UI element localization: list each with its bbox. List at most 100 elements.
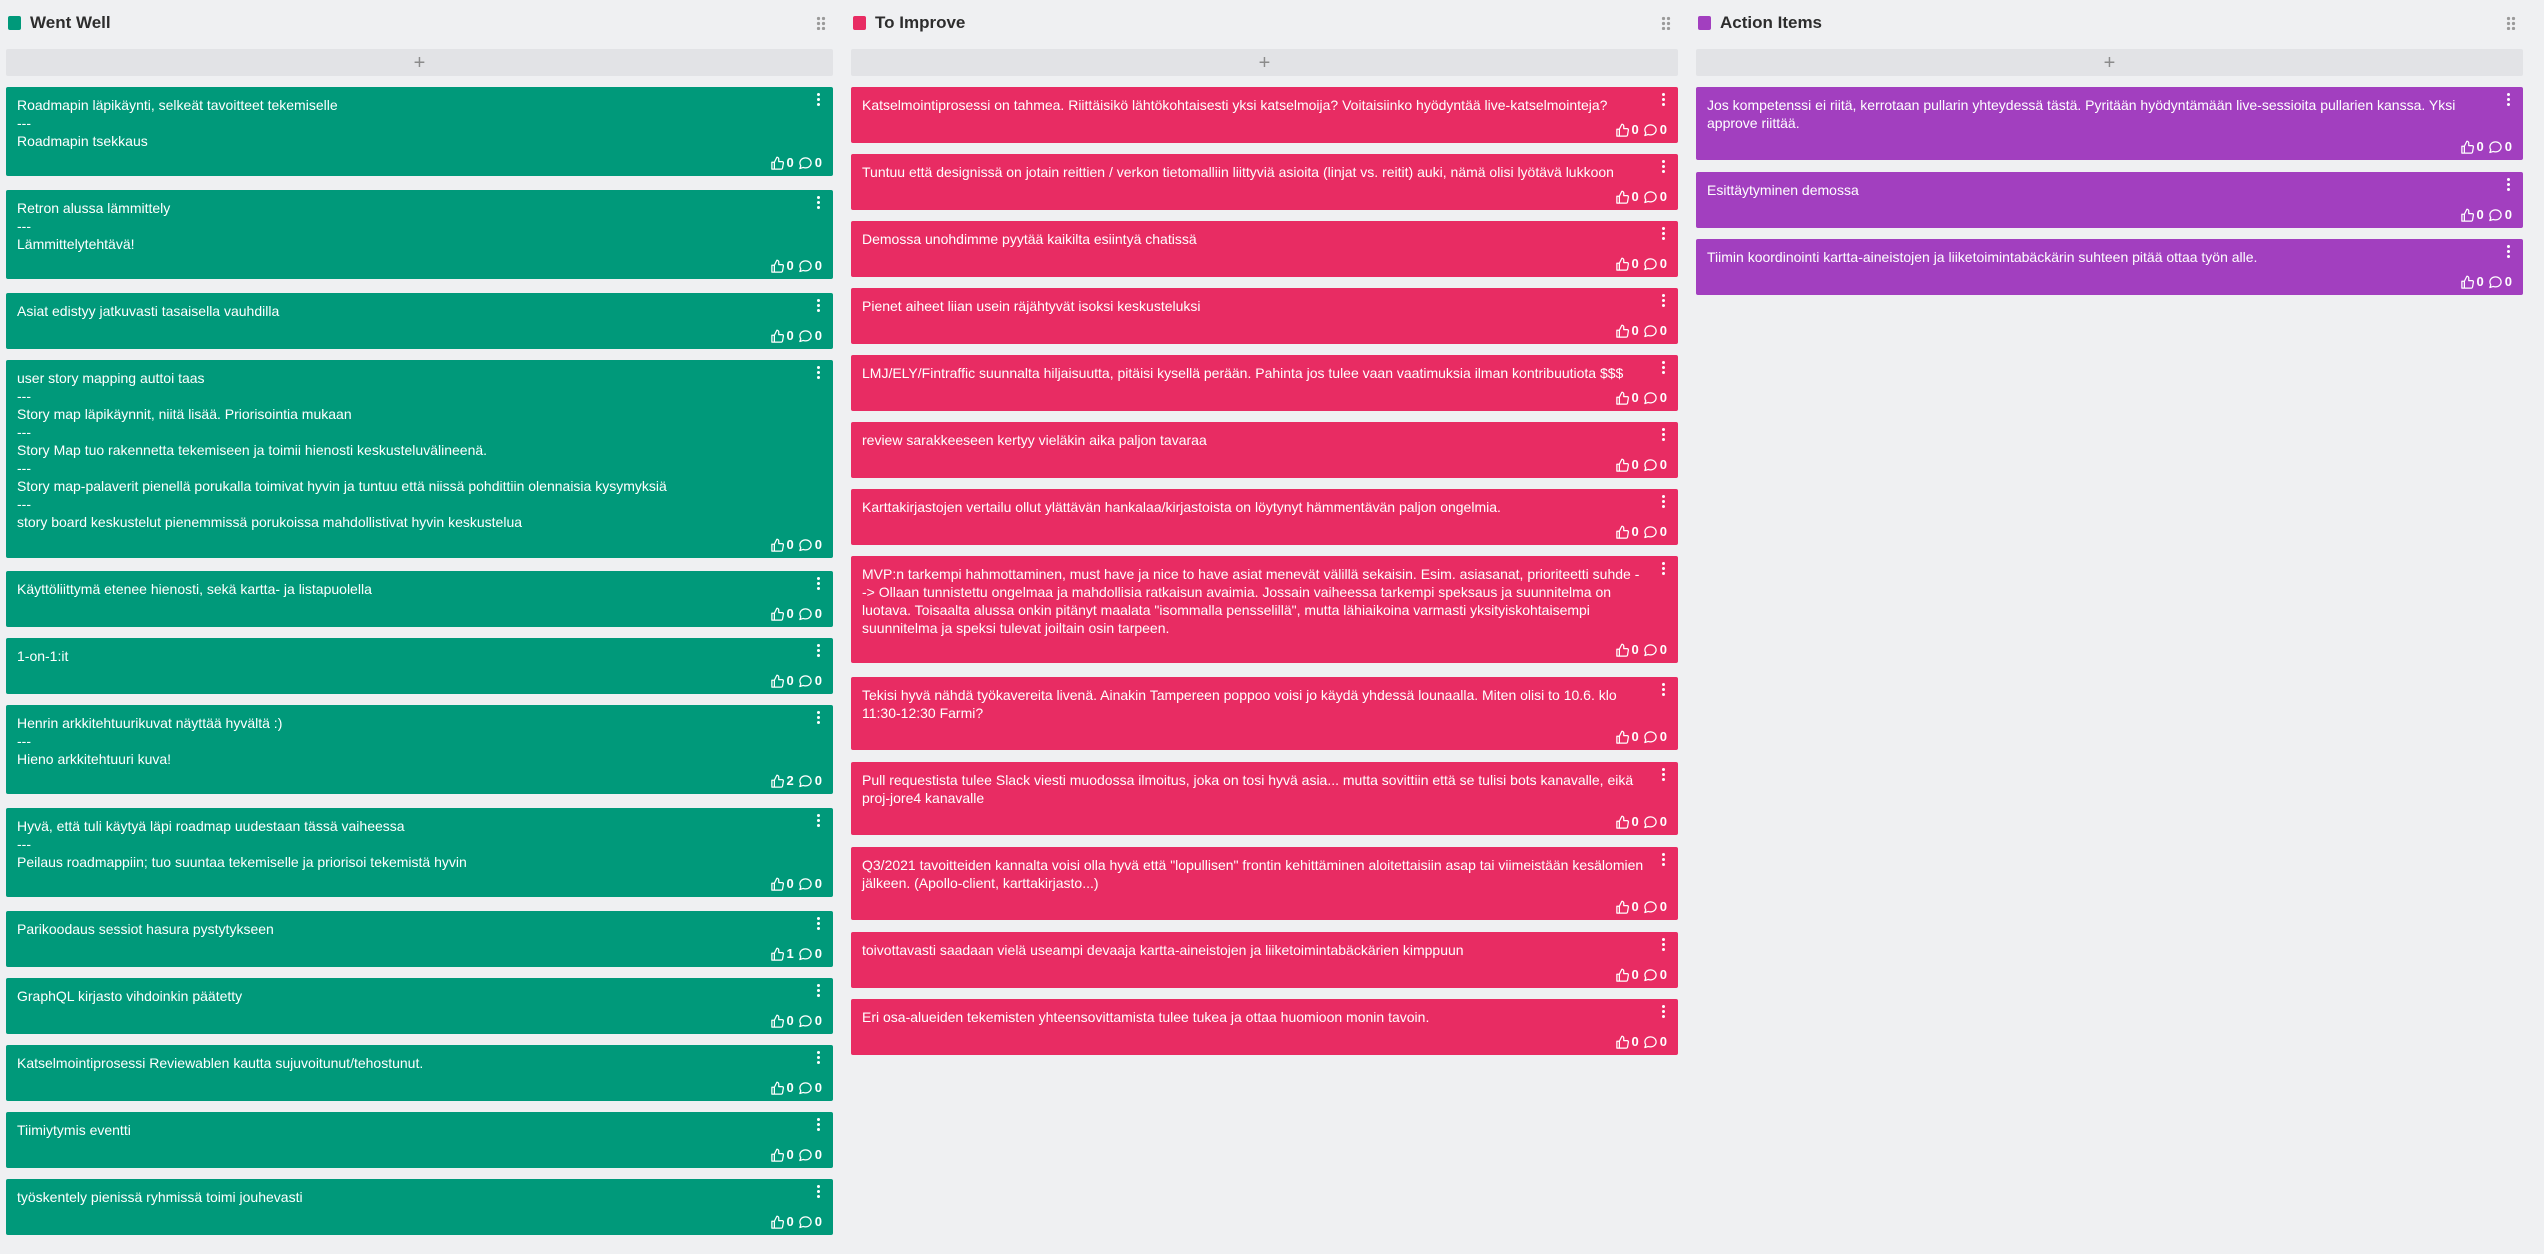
retro-card[interactable]: Tuntuu että designissä on jotain reittie… bbox=[851, 154, 1678, 210]
like-icon[interactable] bbox=[770, 1215, 785, 1230]
more-options-icon[interactable] bbox=[1657, 936, 1669, 952]
like-icon[interactable] bbox=[770, 329, 785, 344]
like-icon[interactable] bbox=[1615, 190, 1630, 205]
retro-card[interactable]: Retron alussa lämmittely --- Lämmittelyt… bbox=[6, 190, 833, 279]
retro-card[interactable]: Tiimin koordinointi kartta-aineistojen j… bbox=[1696, 239, 2523, 295]
more-options-icon[interactable] bbox=[812, 1183, 824, 1199]
comment-icon[interactable] bbox=[798, 1148, 813, 1163]
like-icon[interactable] bbox=[2460, 140, 2475, 155]
like-icon[interactable] bbox=[770, 774, 785, 789]
retro-card[interactable]: Demossa unohdimme pyytää kaikilta esiint… bbox=[851, 221, 1678, 277]
comment-icon[interactable] bbox=[1643, 968, 1658, 983]
retro-card[interactable]: Asiat edistyy jatkuvasti tasaisella vauh… bbox=[6, 293, 833, 349]
more-options-icon[interactable] bbox=[1657, 225, 1669, 241]
retro-card[interactable]: GraphQL kirjasto vihdoinkin päätetty 0 0 bbox=[6, 978, 833, 1034]
comment-icon[interactable] bbox=[1643, 730, 1658, 745]
more-options-icon[interactable] bbox=[2502, 243, 2514, 259]
like-icon[interactable] bbox=[1615, 123, 1630, 138]
retro-card[interactable]: Tekisi hyvä nähdä työkavereita livenä. A… bbox=[851, 677, 1678, 750]
comment-icon[interactable] bbox=[1643, 123, 1658, 138]
retro-card[interactable]: Roadmapin läpikäynti, selkeät tavoitteet… bbox=[6, 87, 833, 176]
comment-icon[interactable] bbox=[798, 1014, 813, 1029]
like-icon[interactable] bbox=[770, 877, 785, 892]
retro-card[interactable]: Pull requestista tulee Slack viesti muod… bbox=[851, 762, 1678, 835]
comment-icon[interactable] bbox=[798, 538, 813, 553]
comment-icon[interactable] bbox=[1643, 190, 1658, 205]
comment-icon[interactable] bbox=[798, 877, 813, 892]
comment-icon[interactable] bbox=[1643, 391, 1658, 406]
comment-icon[interactable] bbox=[798, 1215, 813, 1230]
more-options-icon[interactable] bbox=[1657, 493, 1669, 509]
like-icon[interactable] bbox=[1615, 391, 1630, 406]
comment-icon[interactable] bbox=[1643, 525, 1658, 540]
comment-icon[interactable] bbox=[1643, 324, 1658, 339]
add-card-button[interactable]: + bbox=[1696, 49, 2523, 76]
retro-card[interactable]: Eri osa-alueiden tekemisten yhteensovitt… bbox=[851, 999, 1678, 1055]
comment-icon[interactable] bbox=[798, 259, 813, 274]
like-icon[interactable] bbox=[770, 1148, 785, 1163]
more-options-icon[interactable] bbox=[812, 575, 824, 591]
like-icon[interactable] bbox=[1615, 900, 1630, 915]
like-icon[interactable] bbox=[770, 607, 785, 622]
more-options-icon[interactable] bbox=[812, 642, 824, 658]
retro-card[interactable]: Parikoodaus sessiot hasura pystytykseen 1… bbox=[6, 911, 833, 967]
drag-handle-icon[interactable] bbox=[1658, 12, 1674, 34]
retro-card[interactable]: Pienet aiheet liian usein räjähtyvät iso… bbox=[851, 288, 1678, 344]
drag-handle-icon[interactable] bbox=[2503, 12, 2519, 34]
like-icon[interactable] bbox=[1615, 1035, 1630, 1050]
retro-card[interactable]: Jos kompetenssi ei riitä, kerrotaan pull… bbox=[1696, 87, 2523, 160]
retro-card[interactable]: työskentely pienissä ryhmissä toimi jouh… bbox=[6, 1179, 833, 1235]
like-icon[interactable] bbox=[2460, 208, 2475, 223]
retro-card[interactable]: Henrin arkkitehtuurikuvat näyttää hyvält… bbox=[6, 705, 833, 794]
more-options-icon[interactable] bbox=[2502, 91, 2514, 107]
more-options-icon[interactable] bbox=[812, 709, 824, 725]
like-icon[interactable] bbox=[770, 1014, 785, 1029]
retro-card[interactable]: LMJ/ELY/Fintraffic suunnalta hiljaisuutt… bbox=[851, 355, 1678, 411]
like-icon[interactable] bbox=[1615, 324, 1630, 339]
like-icon[interactable] bbox=[1615, 525, 1630, 540]
comment-icon[interactable] bbox=[798, 156, 813, 171]
more-options-icon[interactable] bbox=[1657, 681, 1669, 697]
add-card-button[interactable]: + bbox=[851, 49, 1678, 76]
like-icon[interactable] bbox=[770, 259, 785, 274]
comment-icon[interactable] bbox=[1643, 458, 1658, 473]
more-options-icon[interactable] bbox=[1657, 1003, 1669, 1019]
retro-card[interactable]: Q3/2021 tavoitteiden kannalta voisi olla… bbox=[851, 847, 1678, 920]
retro-card[interactable]: Karttakirjastojen vertailu ollut ylättäv… bbox=[851, 489, 1678, 545]
more-options-icon[interactable] bbox=[812, 1116, 824, 1132]
more-options-icon[interactable] bbox=[2502, 176, 2514, 192]
retro-card[interactable]: MVP:n tarkempi hahmottaminen, must have … bbox=[851, 556, 1678, 663]
like-icon[interactable] bbox=[2460, 275, 2475, 290]
comment-icon[interactable] bbox=[1643, 1035, 1658, 1050]
more-options-icon[interactable] bbox=[1657, 158, 1669, 174]
retro-card[interactable]: Käyttöliittymä etenee hienosti, sekä kar… bbox=[6, 571, 833, 627]
comment-icon[interactable] bbox=[1643, 900, 1658, 915]
comment-icon[interactable] bbox=[798, 674, 813, 689]
more-options-icon[interactable] bbox=[812, 915, 824, 931]
add-card-button[interactable]: + bbox=[6, 49, 833, 76]
like-icon[interactable] bbox=[1615, 643, 1630, 658]
more-options-icon[interactable] bbox=[812, 297, 824, 313]
comment-icon[interactable] bbox=[1643, 643, 1658, 658]
comment-icon[interactable] bbox=[798, 1081, 813, 1096]
like-icon[interactable] bbox=[1615, 257, 1630, 272]
comment-icon[interactable] bbox=[798, 607, 813, 622]
like-icon[interactable] bbox=[770, 538, 785, 553]
like-icon[interactable] bbox=[1615, 815, 1630, 830]
more-options-icon[interactable] bbox=[1657, 91, 1669, 107]
retro-card[interactable]: Hyvä, että tuli käytyä läpi roadmap uude… bbox=[6, 808, 833, 897]
retro-card[interactable]: 1-on-1:it 0 0 bbox=[6, 638, 833, 694]
comment-icon[interactable] bbox=[1643, 815, 1658, 830]
more-options-icon[interactable] bbox=[1657, 766, 1669, 782]
like-icon[interactable] bbox=[770, 947, 785, 962]
comment-icon[interactable] bbox=[2488, 275, 2503, 290]
retro-card[interactable]: user story mapping auttoi taas --- Story… bbox=[6, 360, 833, 558]
more-options-icon[interactable] bbox=[812, 1049, 824, 1065]
comment-icon[interactable] bbox=[2488, 140, 2503, 155]
retro-card[interactable]: review sarakkeeseen kertyy vieläkin aika… bbox=[851, 422, 1678, 478]
like-icon[interactable] bbox=[770, 1081, 785, 1096]
comment-icon[interactable] bbox=[798, 947, 813, 962]
more-options-icon[interactable] bbox=[812, 364, 824, 380]
like-icon[interactable] bbox=[1615, 458, 1630, 473]
more-options-icon[interactable] bbox=[812, 812, 824, 828]
